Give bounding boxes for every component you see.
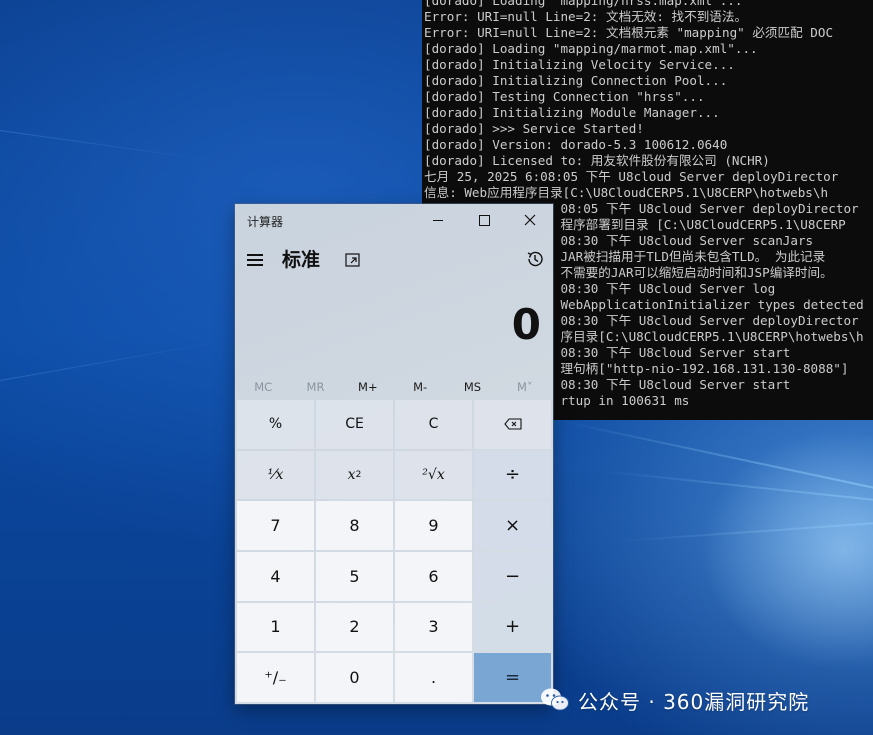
console-line: [dorado] Initializing Velocity Service..… xyxy=(424,57,735,72)
memory-add-button[interactable]: M+ xyxy=(342,376,394,398)
memory-store-button[interactable]: MS xyxy=(446,376,498,398)
digit-7-button[interactable]: 7 xyxy=(237,501,314,550)
minus-button[interactable]: − xyxy=(474,552,551,601)
reciprocal-label: ⅟x xyxy=(267,466,284,483)
window-title: 计算器 xyxy=(247,215,284,229)
wechat-logo-icon xyxy=(541,688,569,711)
digit-1-button[interactable]: 1 xyxy=(237,602,314,652)
console-line: [dorado] Loading "mapping/hrss.map.xml".… xyxy=(424,0,743,8)
square-label-exp: 2 xyxy=(355,469,362,480)
console-line: [dorado] Licensed to: 用友软件股份有限公司 (NCHR) xyxy=(424,153,770,168)
square-button[interactable]: x2 xyxy=(316,450,393,500)
memory-row: MC MR M+ M- MS M˅ xyxy=(237,376,551,398)
digit-3-button[interactable]: 3 xyxy=(395,602,472,652)
multiply-button[interactable]: × xyxy=(474,501,551,550)
console-line: [dorado] Initializing Module Manager... xyxy=(424,105,720,120)
minimize-button[interactable] xyxy=(415,204,461,236)
clear-button[interactable]: C xyxy=(395,400,472,449)
digit-0-button[interactable]: 0 xyxy=(316,653,393,702)
console-line: 信息: Web应用程序目录[C:\U8CloudCERP5.1\U8CERP\h… xyxy=(424,185,829,200)
wallpaper-beam xyxy=(0,338,237,381)
watermark-text: 公众号 · 360漏洞研究院 xyxy=(578,689,810,714)
digit-6-button[interactable]: 6 xyxy=(395,552,472,601)
watermark: 公众号 · 360漏洞研究院 xyxy=(540,684,809,716)
digit-4-button[interactable]: 4 xyxy=(237,552,314,601)
result-display: 0 xyxy=(511,300,541,349)
maximize-icon xyxy=(478,214,490,226)
memory-subtract-button[interactable]: M- xyxy=(394,376,446,398)
memory-clear-button[interactable]: MC xyxy=(237,376,289,398)
digit-2-button[interactable]: 2 xyxy=(316,602,393,652)
memory-list-button[interactable]: M˅ xyxy=(499,376,551,398)
calculator-window[interactable]: 计算器 标准 0 MC MR M+ M- MS M˅ % CE C ⅟x x 2… xyxy=(235,204,553,704)
negate-button[interactable]: ⁺∕₋ xyxy=(237,653,314,702)
keep-on-top-icon[interactable] xyxy=(343,250,363,270)
wallpaper-beam xyxy=(0,130,218,162)
console-line: [dorado] >>> Service Started! xyxy=(424,121,644,136)
memory-recall-button[interactable]: MR xyxy=(289,376,341,398)
digit-8-button[interactable]: 8 xyxy=(316,501,393,550)
backspace-icon xyxy=(503,418,522,430)
divide-button[interactable]: ÷ xyxy=(474,450,551,500)
clear-entry-button[interactable]: CE xyxy=(316,400,393,449)
calculator-header: 标准 xyxy=(235,240,553,280)
console-line: Error: URI=null Line=2: 文档无效: 找不到语法。 xyxy=(424,9,748,24)
decimal-button[interactable]: . xyxy=(395,653,472,702)
console-line: [dorado] Loading "mapping/marmot.map.xml… xyxy=(424,41,758,56)
console-line: [dorado] Version: dorado-5.3 100612.0640 xyxy=(424,137,728,152)
percent-button[interactable]: % xyxy=(237,400,314,449)
digit-9-button[interactable]: 9 xyxy=(395,501,472,550)
maximize-button[interactable] xyxy=(461,204,507,236)
wallpaper-glow xyxy=(700,430,873,670)
calculator-titlebar[interactable]: 计算器 xyxy=(235,204,553,236)
close-icon xyxy=(524,214,536,226)
console-line: 七月 25, 2025 6:08:05 下午 U8cloud Server de… xyxy=(424,169,839,184)
plus-button[interactable]: + xyxy=(474,602,551,652)
close-button[interactable] xyxy=(507,204,553,236)
hamburger-menu-icon[interactable] xyxy=(245,250,265,270)
mode-title: 标准 xyxy=(282,249,321,271)
history-icon[interactable] xyxy=(524,248,546,270)
square-label-base: x xyxy=(347,466,356,483)
reciprocal-button[interactable]: ⅟x xyxy=(237,450,314,500)
keypad: % CE C ⅟x x2 ²√x ÷ 7 8 9 × 4 5 6 − 1 2 3… xyxy=(237,400,551,702)
console-line: [dorado] Initializing Connection Pool... xyxy=(424,73,728,88)
console-line: [dorado] Testing Connection "hrss"... xyxy=(424,89,705,104)
square-root-label: ²√x xyxy=(422,466,445,483)
backspace-button[interactable] xyxy=(474,400,551,449)
console-line: Error: URI=null Line=2: 文档根元素 "mapping" … xyxy=(424,25,834,40)
square-root-button[interactable]: ²√x xyxy=(395,450,472,500)
minimize-icon xyxy=(433,219,443,221)
digit-5-button[interactable]: 5 xyxy=(316,552,393,601)
